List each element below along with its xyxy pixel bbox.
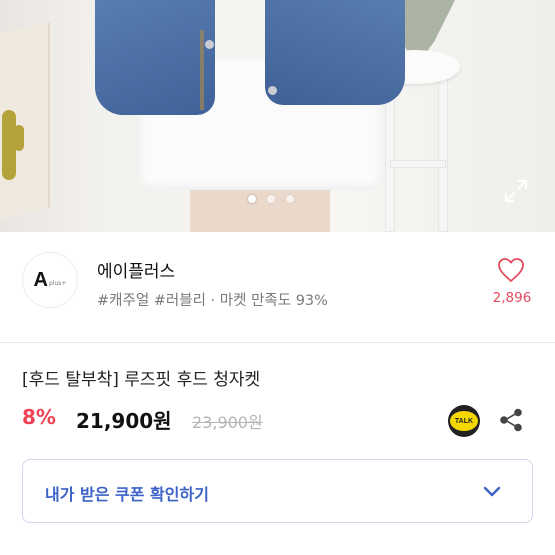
carousel-dot-active[interactable]: [248, 195, 256, 203]
carousel-indicator[interactable]: [248, 195, 294, 203]
seller-logo-sub: plus+: [49, 280, 67, 287]
product-image-carousel[interactable]: [0, 0, 555, 232]
heart-icon[interactable]: [497, 257, 525, 283]
seller-info[interactable]: A plus+ 에이플러스 #캐주얼 #러블리 · 마켓 만족도 93% 2,8…: [0, 232, 555, 342]
seller-name[interactable]: 에이플러스: [97, 257, 175, 282]
cactus-arm-decoration: [14, 125, 24, 151]
chevron-down-icon: [483, 486, 501, 497]
carousel-dot[interactable]: [267, 195, 275, 203]
stool-bar: [390, 160, 446, 168]
jacket-button: [205, 40, 214, 49]
coupon-label: 내가 받은 쿠폰 확인하기: [45, 485, 209, 504]
original-price: 23,900원: [192, 413, 263, 432]
talk-label: TALK: [454, 417, 474, 425]
sale-price: 21,900원: [76, 409, 172, 433]
discount-rate: 8%: [22, 405, 56, 429]
kakao-talk-button[interactable]: TALK: [448, 405, 480, 437]
denim-jacket-right: [265, 0, 405, 105]
jacket-button: [268, 86, 277, 95]
seller-logo[interactable]: A plus+: [22, 252, 78, 308]
section-divider: [0, 342, 555, 343]
talk-icon: TALK: [450, 411, 478, 431]
coupon-check-button[interactable]: 내가 받은 쿠폰 확인하기: [22, 459, 533, 523]
share-icon[interactable]: [498, 407, 524, 433]
jacket-seam: [200, 30, 204, 110]
product-title: [후드 탈부착] 루즈핏 후드 청자켓: [22, 370, 261, 390]
seller-tags: #캐주얼 #러블리 · 마켓 만족도 93%: [97, 293, 328, 309]
fullscreen-expand-icon[interactable]: [503, 178, 529, 204]
denim-jacket-left: [95, 0, 215, 115]
stool-leg: [438, 75, 448, 232]
carousel-dot[interactable]: [286, 195, 294, 203]
seller-logo-letter: A: [33, 268, 48, 291]
like-count: 2,896: [492, 290, 532, 306]
